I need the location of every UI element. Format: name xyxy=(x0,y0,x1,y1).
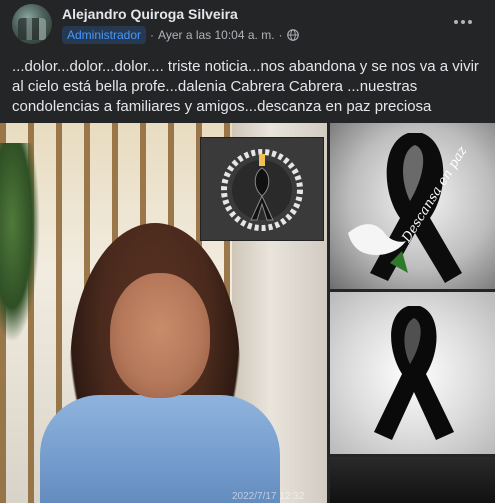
photo-person-face xyxy=(110,273,210,398)
author-name[interactable]: Alejandro Quiroga Silveira xyxy=(62,6,238,22)
mourning-wreath-icon xyxy=(201,138,323,240)
photo-main[interactable]: 2022/7/17 12:32 xyxy=(0,123,327,503)
post-meta: Administrador · Ayer a las 10:04 a. m. · xyxy=(62,26,299,44)
meta-separator: · xyxy=(150,28,155,42)
post-text-line: condolencias a familiares y amigos...des… xyxy=(12,98,432,115)
photo-timestamp: 2022/7/17 12:32 xyxy=(232,491,305,502)
admin-badge[interactable]: Administrador xyxy=(62,26,147,44)
post-body: ...dolor...dolor...dolor.... triste noti… xyxy=(12,57,482,117)
black-ribbon-icon xyxy=(374,306,454,440)
black-ribbon-icon xyxy=(348,133,462,283)
post-time[interactable]: Ayer a las 10:04 a. m. xyxy=(158,28,275,42)
post-text-line: ...dolor...dolor...dolor.... triste noti… xyxy=(12,58,479,75)
mourning-card-image xyxy=(200,137,324,241)
post-header: Alejandro Quiroga Silveira Administrador… xyxy=(0,0,495,52)
photo-ribbon-dove[interactable]: Descansa en paz xyxy=(330,123,495,289)
author-avatar[interactable] xyxy=(12,4,52,44)
more-options-icon[interactable] xyxy=(451,12,475,32)
photo-person-shirt xyxy=(40,395,280,503)
photo-extra[interactable] xyxy=(330,457,495,503)
post-text-line: al cielo está bella profe...dalenia Cabr… xyxy=(12,78,418,95)
photo-plant xyxy=(0,143,40,343)
meta-separator-2: · xyxy=(278,28,283,42)
photo-grid: 2022/7/17 12:32 Descansa en paz xyxy=(0,123,495,503)
photo-ribbon-plain[interactable] xyxy=(330,292,495,454)
globe-icon xyxy=(286,29,299,41)
